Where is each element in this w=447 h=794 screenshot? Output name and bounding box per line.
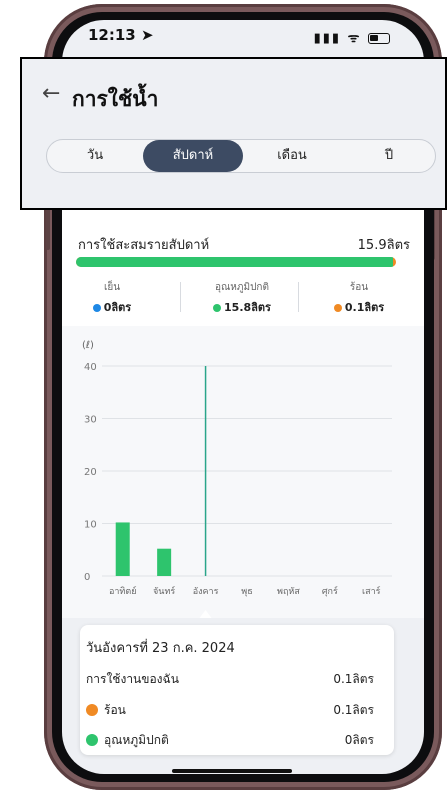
x-tick-label: อังคาร	[193, 587, 219, 597]
weekly-usage-chart: (ℓ) 0 10 20 30 40 อาทิตย์ จันทร์ อังคาร พุธ พฤหัส ศ…	[62, 326, 424, 618]
tab-week[interactable]: สัปดาห์	[143, 140, 243, 172]
category-hot-value: 0.1ลิตร	[344, 301, 385, 314]
x-tick-label: พุธ	[241, 587, 252, 597]
detail-date: วันอังคารที่ 23 ก.ค. 2024	[86, 641, 235, 656]
hot-legend-icon	[86, 704, 98, 716]
usage-row: การใช้งานของฉัน 0.1ลิตร	[86, 670, 374, 689]
category-normal-label: อุณหภูมิปกติ	[215, 282, 269, 293]
normal-row-label: อุณหภูมิปกติ	[104, 733, 169, 747]
battery-icon	[368, 33, 390, 44]
tab-month[interactable]: เดือน	[243, 140, 341, 172]
usage-share-bar	[76, 257, 396, 267]
y-tick-label: 20	[84, 467, 97, 478]
header-panel: ← การใช้น้ำ วัน สัปดาห์ เดือน ปี	[20, 57, 447, 210]
y-tick-label: 40	[84, 362, 97, 373]
weekly-summary-card: การใช้สะสมรายสัปดาห์ 15.9ลิตร เย็น 0ลิตร…	[62, 210, 424, 326]
signal-icon: ▮▮▮ ᯤ	[313, 31, 362, 46]
status-time: 12:13 ➤	[88, 26, 154, 44]
tab-year[interactable]: ปี	[341, 140, 437, 172]
period-segmented-control: วัน สัปดาห์ เดือน ปี	[46, 139, 436, 173]
y-tick-label: 0	[84, 572, 90, 583]
category-hot-label: ร้อน	[349, 282, 369, 293]
x-tick-label: พฤหัส	[277, 587, 300, 597]
hot-row-value: 0.1ลิตร	[333, 703, 374, 717]
summary-label: การใช้สะสมรายสัปดาห์	[78, 238, 210, 253]
category-cold: เย็น 0ลิตร	[82, 280, 142, 316]
divider	[180, 282, 181, 312]
page-title: การใช้น้ำ	[72, 87, 159, 111]
chart-svg: (ℓ) 0 10 20 30 40 อาทิตย์ จันทร์ อังคาร พุธ พฤหัส ศ…	[82, 340, 392, 618]
normal-legend-icon	[86, 734, 98, 746]
normal-row: อุณหภูมิปกติ 0ลิตร	[86, 731, 374, 750]
status-icons: ▮▮▮ ᯤ	[314, 28, 390, 46]
summary-total: 15.9ลิตร	[357, 238, 410, 253]
usage-share-bar-normal	[76, 257, 393, 267]
bar-0	[115, 522, 130, 576]
x-tick-label: เสาร์	[362, 585, 381, 597]
y-tick-label: 30	[84, 415, 97, 426]
y-axis-label: (ℓ)	[82, 340, 94, 351]
bar-1	[157, 548, 172, 576]
divider	[298, 282, 299, 312]
category-normal-value: 15.8ลิตร	[224, 301, 271, 314]
hot-row-label: ร้อน	[104, 703, 126, 717]
cold-dot-icon	[92, 304, 101, 312]
back-arrow-icon[interactable]: ←	[42, 81, 60, 106]
day-detail-card: วันอังคารที่ 23 ก.ค. 2024 การใช้งานของฉั…	[80, 625, 394, 755]
y-tick-label: 10	[84, 520, 97, 531]
category-cold-value: 0ลิตร	[103, 301, 132, 314]
x-tick-label: อาทิตย์	[109, 585, 137, 597]
normal-dot-icon	[213, 304, 222, 312]
hot-row: ร้อน 0.1ลิตร	[86, 701, 374, 720]
category-normal: อุณหภูมิปกติ 15.8ลิตร	[192, 280, 292, 316]
tab-day[interactable]: วัน	[47, 140, 143, 172]
x-tick-label: ศุกร์	[322, 585, 338, 597]
x-tick-label: จันทร์	[153, 585, 175, 597]
home-indicator[interactable]	[172, 769, 292, 773]
normal-row-value: 0ลิตร	[344, 733, 374, 747]
hot-dot-icon	[333, 304, 342, 312]
category-cold-label: เย็น	[103, 282, 121, 293]
selection-pointer	[199, 610, 212, 618]
category-hot: ร้อน 0.1ลิตร	[324, 280, 394, 316]
usage-value: 0.1ลิตร	[333, 672, 374, 686]
usage-label: การใช้งานของฉัน	[86, 672, 179, 686]
